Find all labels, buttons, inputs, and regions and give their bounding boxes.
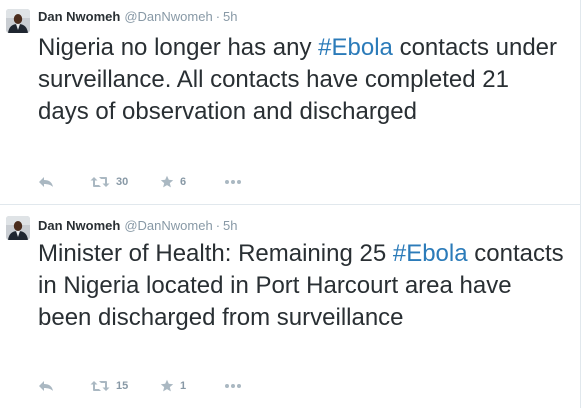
favorite-count: 6 [180,176,187,188]
more-button[interactable] [224,179,242,185]
tweet-timestamp[interactable]: 5h [223,9,237,24]
favorite-button[interactable]: 1 [160,379,224,393]
profile-photo-icon [6,9,30,33]
retweet-button[interactable]: 15 [90,380,160,392]
tweet-header: Dan Nwomeh @DanNwomeh · 5h [38,216,238,236]
tweet-text: Nigeria no longer has any #Ebola contact… [38,32,566,128]
tweet-actions: 30 6 [38,172,242,192]
avatar[interactable] [6,216,30,240]
author-fullname[interactable]: Dan Nwomeh [38,218,120,233]
tweet-actions: 15 1 [38,376,242,396]
favorite-button[interactable]: 6 [160,175,224,189]
tweet-text-part: Nigeria no longer has any [38,34,319,61]
retweet-button[interactable]: 30 [90,176,160,188]
retweet-count: 30 [116,176,129,188]
retweet-icon [90,177,110,187]
star-icon [160,175,174,188]
favorite-count: 1 [180,380,187,392]
separator-dot: · [215,9,221,24]
separator-dot: · [215,218,221,233]
tweet-text-part: Minister of Health: Remaining 25 [38,240,393,267]
more-button[interactable] [224,383,242,389]
tweet-header: Dan Nwomeh @DanNwomeh · 5h [38,7,238,27]
more-icon [225,180,241,184]
reply-icon [39,177,53,187]
tweet[interactable]: Dan Nwomeh @DanNwomeh · 5h Minister of Heal… [0,206,580,408]
author-username[interactable]: @DanNwomeh [124,9,212,24]
author-username[interactable]: @DanNwomeh [124,218,212,233]
hashtag-link[interactable]: #Ebola [318,34,393,61]
avatar[interactable] [6,9,30,33]
profile-photo-icon [6,216,30,240]
retweet-icon [90,381,110,391]
reply-button[interactable] [38,380,90,392]
tweet[interactable]: Dan Nwomeh @DanNwomeh · 5h Nigeria no longe… [0,0,580,205]
retweet-count: 15 [116,380,129,392]
star-icon [160,379,174,392]
author-fullname[interactable]: Dan Nwomeh [38,9,120,24]
hashtag-link[interactable]: #Ebola [393,240,468,267]
tweet-timestamp[interactable]: 5h [223,218,237,233]
reply-icon [39,381,53,391]
tweet-text: Minister of Health: Remaining 25 #Ebola … [38,238,566,334]
tweet-timeline: Dan Nwomeh @DanNwomeh · 5h Nigeria no longe… [0,0,581,408]
reply-button[interactable] [38,176,90,188]
more-icon [225,384,241,388]
